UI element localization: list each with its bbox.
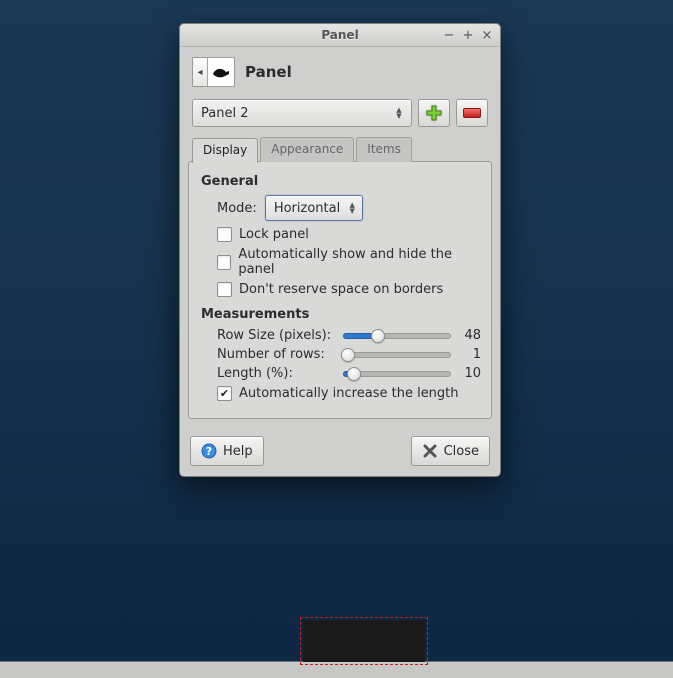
add-panel-button[interactable] — [418, 99, 450, 127]
panel-app-icon — [208, 59, 234, 85]
length-value: 10 — [457, 366, 481, 381]
panel-select-combo[interactable]: Panel 2 ▲▼ — [192, 99, 412, 127]
num-rows-slider[interactable] — [343, 348, 451, 362]
close-window-button[interactable]: × — [480, 28, 494, 42]
row-size-row: Row Size (pixels): 48 — [217, 328, 481, 343]
row-size-slider[interactable] — [343, 329, 451, 343]
minus-icon — [463, 108, 481, 118]
close-button[interactable]: Close — [411, 436, 490, 466]
svg-text:?: ? — [206, 445, 212, 458]
length-slider[interactable] — [343, 367, 451, 381]
auto-length-row[interactable]: Automatically increase the length — [217, 386, 481, 401]
back-button[interactable]: ◂ — [193, 58, 208, 86]
length-label: Length (%): — [217, 366, 337, 381]
close-icon — [422, 443, 438, 459]
tab-display-label: Display — [203, 143, 247, 157]
length-row: Length (%): 10 — [217, 366, 481, 381]
mode-value: Horizontal — [274, 201, 340, 216]
autohide-row[interactable]: Automatically show and hide the panel — [217, 247, 481, 277]
auto-length-checkbox[interactable] — [217, 386, 232, 401]
select-stepper-icon: ▲▼ — [346, 202, 358, 214]
tab-items[interactable]: Items — [356, 137, 412, 162]
row-size-label: Row Size (pixels): — [217, 328, 337, 343]
num-rows-row: Number of rows: 1 — [217, 347, 481, 362]
tab-items-label: Items — [367, 142, 401, 156]
dialog-footer: ? Help Close — [180, 428, 500, 476]
tab-strip: Display Appearance Items — [192, 137, 492, 162]
window-buttons: − + × — [442, 28, 494, 42]
tab-appearance-label: Appearance — [271, 142, 343, 156]
panel-select-value: Panel 2 — [201, 106, 248, 121]
desktop-panel-bottom — [0, 661, 673, 678]
mode-label: Mode: — [217, 201, 257, 216]
lock-panel-row[interactable]: Lock panel — [217, 227, 481, 242]
autohide-checkbox[interactable] — [217, 255, 231, 270]
num-rows-value: 1 — [457, 347, 481, 362]
auto-length-label: Automatically increase the length — [239, 386, 459, 401]
tab-appearance[interactable]: Appearance — [260, 137, 354, 162]
header-icon: ◂ — [192, 57, 235, 87]
section-general-title: General — [201, 174, 481, 189]
help-icon: ? — [201, 443, 217, 459]
plus-icon — [426, 105, 442, 121]
maximize-button[interactable]: + — [461, 28, 475, 42]
no-borders-checkbox[interactable] — [217, 282, 232, 297]
tabs-area: Display Appearance Items General Mode: H… — [188, 137, 492, 420]
minimize-button[interactable]: − — [442, 28, 456, 42]
help-button-label: Help — [223, 444, 253, 459]
autohide-label: Automatically show and hide the panel — [238, 247, 481, 277]
lock-panel-checkbox[interactable] — [217, 227, 232, 242]
panel-preferences-window: Panel − + × ◂ Panel Panel 2 ▲▼ — [179, 23, 501, 477]
row-size-value: 48 — [457, 328, 481, 343]
tab-display[interactable]: Display — [192, 138, 258, 163]
panel-preview-outline[interactable] — [303, 620, 425, 662]
no-borders-row[interactable]: Don't reserve space on borders — [217, 282, 481, 297]
titlebar: Panel − + × — [180, 24, 500, 47]
tab-panel-display: General Mode: Horizontal ▲▼ Lock panel A… — [188, 161, 492, 419]
dialog-title: Panel — [245, 63, 292, 81]
num-rows-label: Number of rows: — [217, 347, 337, 362]
close-button-label: Close — [444, 444, 479, 459]
combo-stepper-icon: ▲▼ — [393, 107, 405, 119]
dialog-header: ◂ Panel — [180, 47, 500, 95]
remove-panel-button[interactable] — [456, 99, 488, 127]
lock-panel-label: Lock panel — [239, 227, 309, 242]
mode-row: Mode: Horizontal ▲▼ — [217, 195, 481, 221]
panel-selector-row: Panel 2 ▲▼ — [180, 95, 500, 137]
mode-select[interactable]: Horizontal ▲▼ — [265, 195, 363, 221]
help-button[interactable]: ? Help — [190, 436, 264, 466]
no-borders-label: Don't reserve space on borders — [239, 282, 443, 297]
section-measurements-title: Measurements — [201, 307, 481, 322]
